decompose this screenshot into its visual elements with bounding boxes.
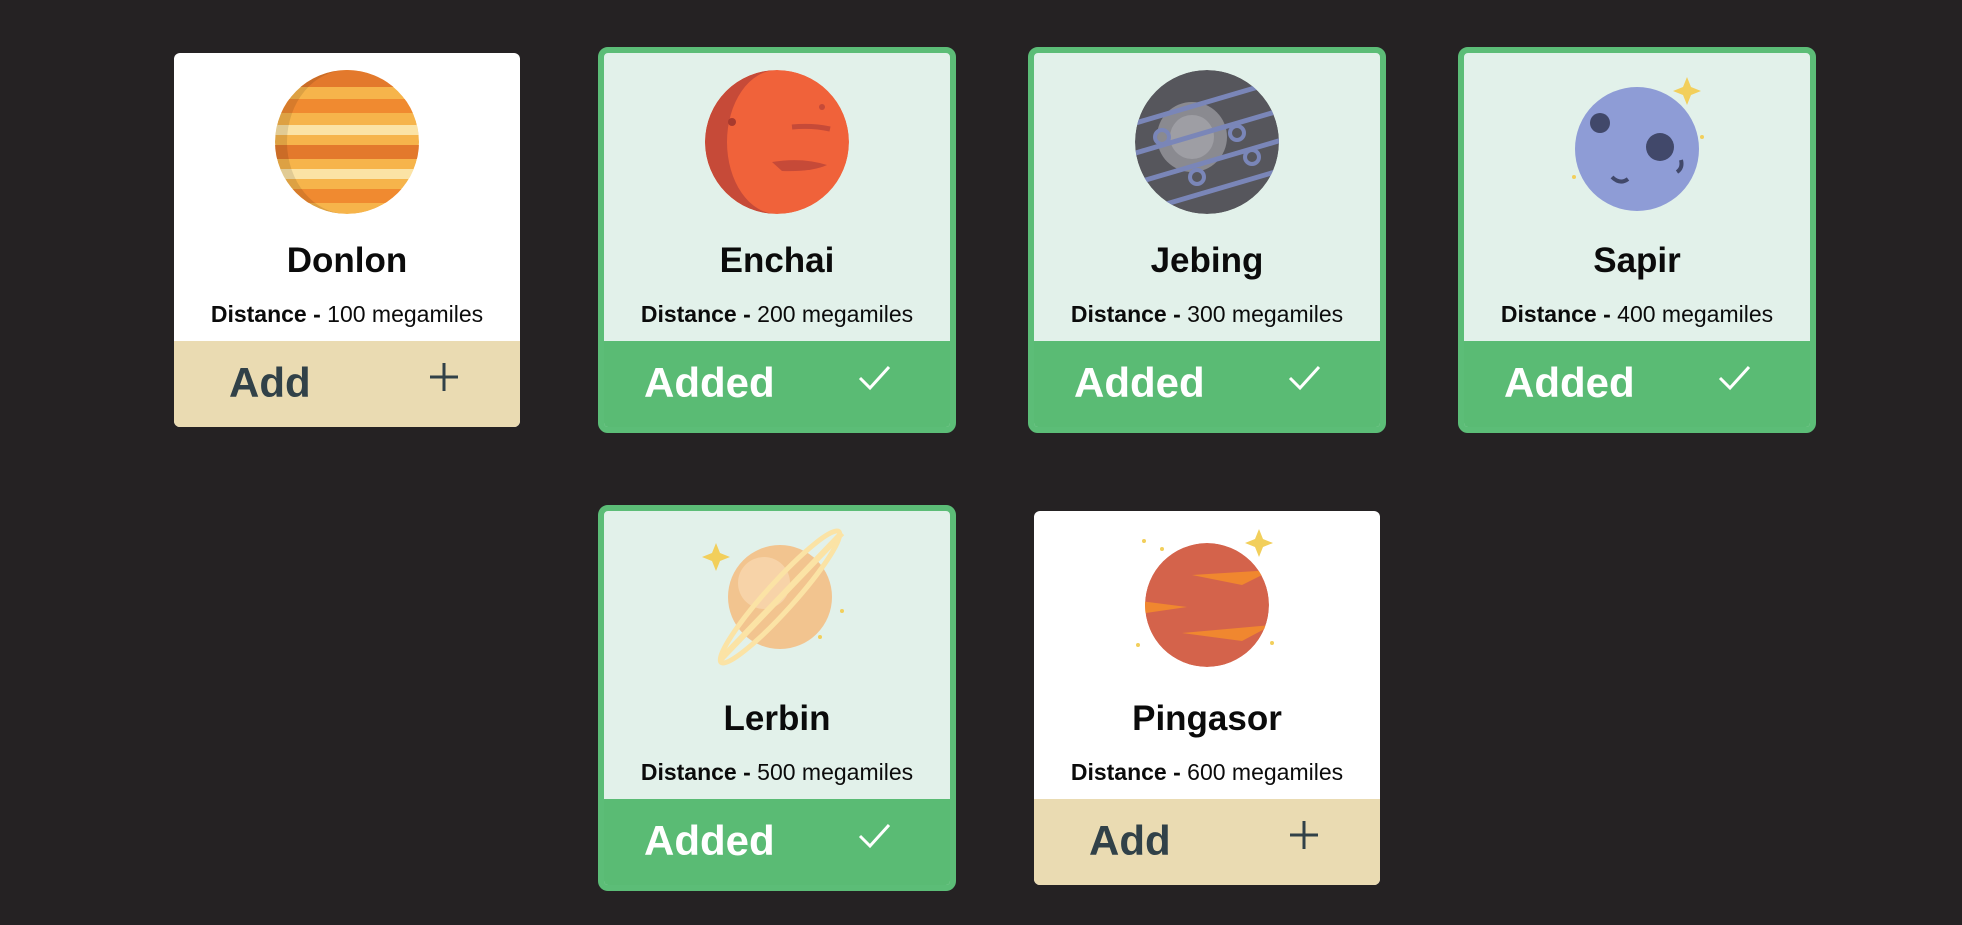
add-button-label: Add xyxy=(229,359,311,406)
planet-mars-icon xyxy=(705,70,849,214)
check-icon xyxy=(1718,365,1751,391)
add-button-label: Add xyxy=(1089,817,1171,864)
added-button[interactable]: Added xyxy=(604,799,950,885)
added-button-label: Added xyxy=(644,817,775,864)
planet-card-jebing: Jebing Distance - 300 megamiles Added xyxy=(1028,47,1386,433)
added-button[interactable]: Added xyxy=(1464,341,1810,427)
planet-name: Sapir xyxy=(1593,241,1681,280)
planet-name: Jebing xyxy=(1150,241,1264,280)
planet-card-donlon: Donlon Distance - 100 megamiles Add xyxy=(174,53,520,427)
planet-distance: Distance - 500 megamiles xyxy=(640,759,914,785)
added-button-label: Added xyxy=(1074,359,1205,406)
planet-distance: Distance - 400 megamiles xyxy=(1500,301,1774,327)
planet-name: Pingasor xyxy=(1132,699,1282,738)
planet-saturn-icon xyxy=(702,528,845,666)
planet-distance: Distance - 600 megamiles xyxy=(1070,759,1344,785)
planet-name: Enchai xyxy=(719,241,835,280)
check-icon xyxy=(858,823,891,849)
planet-distance: Distance - 300 megamiles xyxy=(1070,301,1344,327)
check-icon xyxy=(1288,365,1321,391)
add-button[interactable]: Add xyxy=(1034,799,1380,885)
plus-icon xyxy=(430,363,458,391)
added-button[interactable]: Added xyxy=(1034,341,1380,427)
planet-gray-icon xyxy=(1135,70,1279,214)
planet-distance: Distance - 200 megamiles xyxy=(640,301,914,327)
added-button[interactable]: Added xyxy=(604,341,950,427)
planet-name: Donlon xyxy=(286,241,408,280)
planet-jupiter-icon xyxy=(275,70,419,214)
planet-card-pingasor: Pingasor Distance - 600 megamiles Add xyxy=(1034,511,1380,885)
planet-red-icon xyxy=(1136,529,1274,667)
planet-moon-icon xyxy=(1572,77,1704,211)
planet-card-enchai: Enchai Distance - 200 megamiles Added xyxy=(598,47,956,433)
planet-name: Lerbin xyxy=(723,699,831,738)
plus-icon xyxy=(1290,821,1318,849)
planet-distance: Distance - 100 megamiles xyxy=(210,301,484,327)
planet-card-sapir: Sapir Distance - 400 megamiles Added xyxy=(1458,47,1816,433)
added-button-label: Added xyxy=(644,359,775,406)
planet-card-lerbin: Lerbin Distance - 500 megamiles Added xyxy=(598,505,956,891)
added-button-label: Added xyxy=(1504,359,1635,406)
add-button[interactable]: Add xyxy=(174,341,520,427)
check-icon xyxy=(858,365,891,391)
